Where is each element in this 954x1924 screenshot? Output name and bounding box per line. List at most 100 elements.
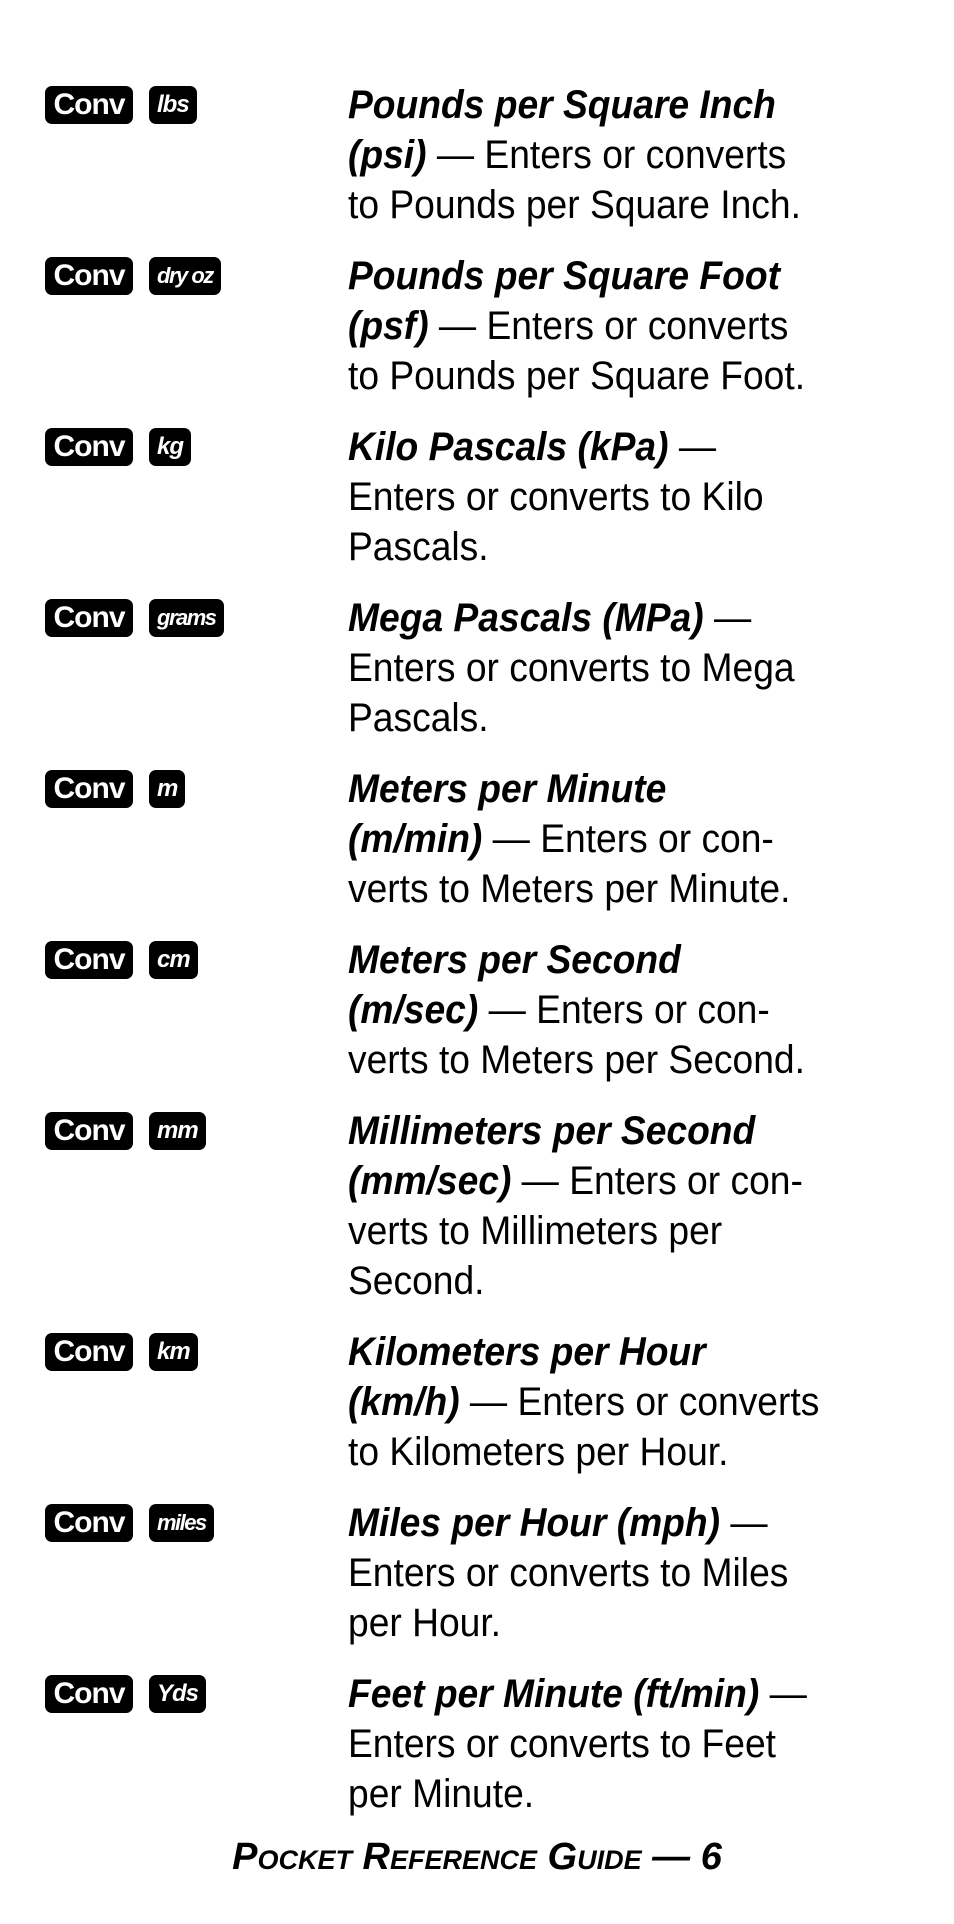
description-text: Pascals.: [348, 525, 489, 569]
description-line: Pascals.: [348, 522, 906, 572]
reference-entry: Conv dry oz Pounds per Square Foot (psf) — …: [0, 251, 954, 401]
description-line: Enters or converts to Miles: [348, 1548, 906, 1598]
entry-description: Kilometers per Hour (km/h) — Enters or co…: [348, 1327, 948, 1477]
unit-title: Meters per Second: [348, 938, 681, 982]
key-sequence: Conv lbs: [45, 86, 197, 124]
unit-title: (km/h): [348, 1380, 460, 1424]
description-text: verts to Millimeters per: [348, 1209, 723, 1253]
description-text: to Pounds per Square Foot.: [348, 354, 806, 398]
conv-key-icon: Conv: [45, 1504, 133, 1542]
description-text: to Pounds per Square Inch.: [348, 183, 801, 227]
description-line: (km/h) — Enters or converts: [348, 1377, 906, 1427]
description-line: Feet per Minute (ft/min) —: [348, 1669, 906, 1719]
key-sequence: Conv dry oz: [45, 257, 221, 295]
key-sequence: Conv cm: [45, 941, 198, 979]
description-line: Kilometers per Hour: [348, 1327, 906, 1377]
description-text: per Hour.: [348, 1601, 502, 1645]
unit-title: (psf): [348, 304, 429, 348]
description-text: Second.: [348, 1259, 485, 1303]
unit-title: (m/min): [348, 817, 483, 861]
key-sequence: Conv mm: [45, 1112, 206, 1150]
description-line: (psf) — Enters or converts: [348, 301, 906, 351]
entry-description: Mega Pascals (MPa) — Enters or converts t…: [348, 593, 948, 743]
entry-description: Millimeters per Second (mm/sec) — Enters …: [348, 1106, 948, 1306]
reference-entry: Conv grams Mega Pascals (MPa) — Enters or c…: [0, 593, 954, 743]
description-line: (m/sec) — Enters or con-: [348, 985, 906, 1035]
description-line: (psi) — Enters or converts: [348, 130, 906, 180]
unit-key-icon: dry oz: [149, 257, 221, 295]
footer-separator: —: [641, 1836, 701, 1878]
entry-description: Pounds per Square Foot (psf) — Enters or …: [348, 251, 948, 401]
reference-entry: Conv kg Kilo Pascals (kPa) — Enters or conv…: [0, 422, 954, 572]
key-sequence: Conv m: [45, 770, 186, 808]
description-text: — Enters or con-: [511, 1159, 803, 1203]
key-sequence: Conv kg: [45, 428, 192, 466]
description-line: Pascals.: [348, 693, 906, 743]
unit-key-icon: grams: [149, 599, 224, 637]
description-text: —: [720, 1501, 768, 1545]
description-line: (mm/sec) — Enters or con-: [348, 1156, 906, 1206]
unit-title: Kilometers per Hour: [348, 1330, 706, 1374]
unit-title: Pounds per Square Foot: [348, 254, 780, 298]
key-sequence: Conv km: [45, 1333, 198, 1371]
unit-key-icon: lbs: [149, 86, 197, 124]
key-sequence: Conv Yds: [45, 1675, 207, 1713]
description-text: — Enters or con-: [478, 988, 770, 1032]
unit-key-icon: cm: [149, 941, 198, 979]
description-text: — Enters or con-: [482, 817, 774, 861]
entry-description: Feet per Minute (ft/min) — Enters or conv…: [348, 1669, 948, 1819]
description-line: Meters per Second: [348, 935, 906, 985]
entry-description: Meters per Second (m/sec) — Enters or con…: [348, 935, 948, 1085]
unit-title: Miles per Hour (mph): [348, 1501, 721, 1545]
description-text: Pascals.: [348, 696, 489, 740]
unit-title: Millimeters per Second: [348, 1109, 756, 1153]
description-text: Enters or converts to Kilo: [348, 475, 764, 519]
description-line: verts to Meters per Second.: [348, 1035, 906, 1085]
description-line: to Pounds per Square Inch.: [348, 180, 906, 230]
conv-key-icon: Conv: [45, 599, 133, 637]
description-line: Enters or converts to Kilo: [348, 472, 906, 522]
description-text: — Enters or converts: [459, 1380, 820, 1424]
description-text: — Enters or converts: [428, 304, 789, 348]
key-reference-list: Conv lbs Pounds per Square Inch (psi) — Ent…: [0, 80, 954, 1840]
description-text: Enters or converts to Miles: [348, 1551, 789, 1595]
description-line: Miles per Hour (mph) —: [348, 1498, 906, 1548]
description-line: Meters per Minute: [348, 764, 906, 814]
description-line: per Minute.: [348, 1769, 906, 1819]
description-text: per Minute.: [348, 1772, 535, 1816]
description-text: verts to Meters per Second.: [348, 1038, 805, 1082]
reference-entry: Conv lbs Pounds per Square Inch (psi) — Ent…: [0, 80, 954, 230]
unit-key-icon: km: [149, 1333, 198, 1371]
description-text: verts to Meters per Minute.: [348, 867, 791, 911]
unit-title: Feet per Minute (ft/min): [348, 1672, 760, 1716]
description-line: to Pounds per Square Foot.: [348, 351, 906, 401]
conv-key-icon: Conv: [45, 1333, 133, 1371]
reference-entry: Conv m Meters per Minute (m/min) — Enters o…: [0, 764, 954, 914]
unit-title: Kilo Pascals (kPa): [348, 425, 669, 469]
unit-title: (m/sec): [348, 988, 479, 1032]
unit-title: (psi): [348, 133, 427, 177]
footer-title: Pocket Reference Guide: [232, 1836, 642, 1878]
conv-key-icon: Conv: [45, 428, 133, 466]
description-line: Millimeters per Second: [348, 1106, 906, 1156]
entry-description: Kilo Pascals (kPa) — Enters or converts t…: [348, 422, 948, 572]
unit-title: Meters per Minute: [348, 767, 667, 811]
description-line: Enters or converts to Feet: [348, 1719, 906, 1769]
description-line: Mega Pascals (MPa) —: [348, 593, 906, 643]
description-text: —: [759, 1672, 807, 1716]
description-text: —: [668, 425, 717, 469]
reference-entry: Conv mm Millimeters per Second (mm/sec) — E…: [0, 1106, 954, 1306]
description-text: Enters or converts to Feet: [348, 1722, 776, 1766]
unit-title: Mega Pascals (MPa): [348, 596, 704, 640]
unit-title: (mm/sec): [348, 1159, 512, 1203]
conv-key-icon: Conv: [45, 1675, 133, 1713]
unit-key-icon: Yds: [149, 1675, 207, 1713]
key-sequence: Conv miles: [45, 1504, 214, 1542]
reference-entry: Conv miles Miles per Hour (mph) — Enters or…: [0, 1498, 954, 1648]
page-number: 6: [700, 1836, 722, 1878]
conv-key-icon: Conv: [45, 941, 133, 979]
reference-entry: Conv km Kilometers per Hour (km/h) — Enters…: [0, 1327, 954, 1477]
description-line: (m/min) — Enters or con-: [348, 814, 906, 864]
description-line: Kilo Pascals (kPa) —: [348, 422, 906, 472]
description-text: to Kilometers per Hour.: [348, 1430, 729, 1474]
